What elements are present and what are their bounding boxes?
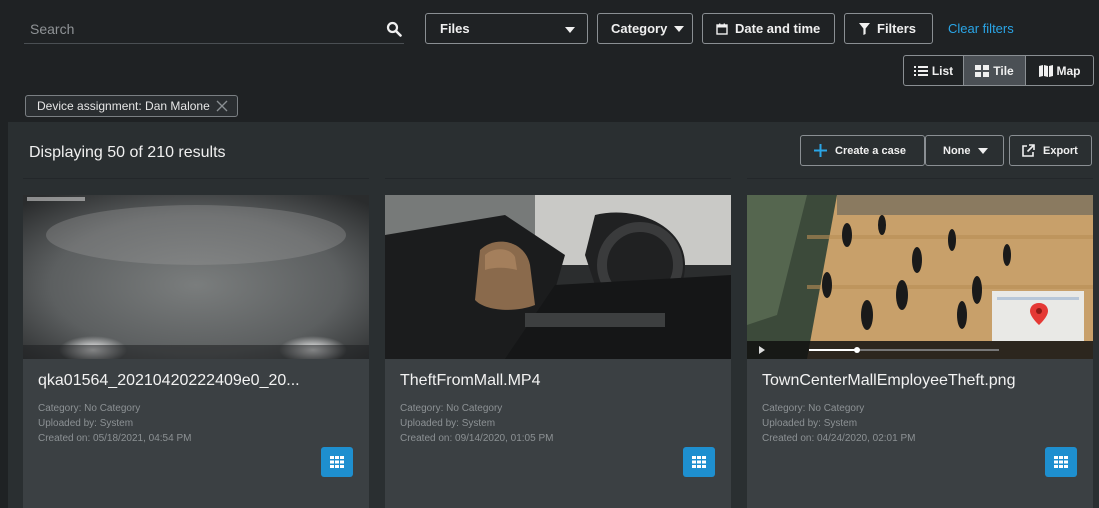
selection-dropdown[interactable]: None [925,135,1004,166]
file-card[interactable]: TownCenterMallEmployeeTheft.png Category… [747,195,1093,508]
selection-dropdown-label: None [943,144,971,157]
view-tile-button[interactable]: Tile [964,56,1026,85]
file-category: Category: No Category [762,403,865,414]
export-icon [1022,143,1035,157]
file-created: Created on: 04/24/2020, 02:01 PM [762,433,916,444]
divider [385,178,731,179]
filters-button[interactable]: Filters [844,13,933,44]
view-map-button[interactable]: Map [1026,56,1093,85]
grid-icon [692,456,706,468]
file-thumbnail[interactable] [747,195,1093,359]
view-list-label: List [931,63,954,78]
close-icon[interactable] [216,100,228,112]
grid-button[interactable] [1045,447,1077,477]
chevron-down-icon [977,147,988,154]
category-dropdown-label: Category [611,21,668,36]
divider [747,178,1093,179]
file-category: Category: No Category [38,403,141,414]
results-count: Displaying 50 of 210 results [29,144,226,161]
funnel-icon [859,22,870,35]
search-icon[interactable] [386,21,402,37]
grid-button[interactable] [683,447,715,477]
view-toggle: List Tile Map [903,55,1094,86]
plus-icon [814,144,827,157]
files-dropdown[interactable]: Files [425,13,588,44]
tile-icon [975,64,990,77]
view-list-button[interactable]: List [904,56,964,85]
map-icon [1038,64,1053,77]
file-card[interactable]: qka01564_20210420222409e0_20... Category… [23,195,369,508]
date-time-label: Date and time [735,21,821,36]
file-created: Created on: 05/18/2021, 04:54 PM [38,433,192,444]
export-button[interactable]: Export [1009,135,1092,166]
clear-filters-link[interactable]: Clear filters [948,21,1014,36]
file-uploader: Uploaded by: System [762,418,858,429]
create-case-label: Create a case [835,144,906,157]
file-title[interactable]: TheftFromMall.MP4 [400,372,540,390]
grid-button[interactable] [321,447,353,477]
file-uploader: Uploaded by: System [400,418,496,429]
view-tile-label: Tile [993,63,1014,78]
create-case-button[interactable]: Create a case [800,135,925,166]
category-dropdown[interactable]: Category [597,13,693,44]
filters-label: Filters [877,21,917,36]
file-created: Created on: 09/14/2020, 01:05 PM [400,433,554,444]
files-dropdown-label: Files [440,21,470,36]
file-category: Category: No Category [400,403,503,414]
calendar-icon [716,23,728,35]
file-uploader: Uploaded by: System [38,418,134,429]
results-panel: Displaying 50 of 210 results Create a ca… [8,122,1099,508]
file-thumbnail[interactable] [385,195,731,359]
export-label: Export [1043,144,1078,157]
search-input[interactable] [30,19,370,39]
search-box [24,13,404,44]
filter-chip-label: Device assignment: Dan Malone [37,99,210,113]
view-map-label: Map [1056,63,1081,78]
file-card[interactable]: TheftFromMall.MP4 Category: No Category … [385,195,731,508]
divider [23,178,369,179]
chevron-down-icon [565,27,575,33]
file-thumbnail[interactable] [23,195,369,359]
chevron-down-icon [674,25,685,32]
grid-icon [1054,456,1068,468]
filter-chip-device-assignment: Device assignment: Dan Malone [25,95,238,117]
filter-bar: Files Category Date and time Filters Cle… [0,0,1099,122]
grid-icon [330,456,344,468]
file-title[interactable]: qka01564_20210420222409e0_20... [38,372,300,390]
date-time-button[interactable]: Date and time [702,13,835,44]
file-title[interactable]: TownCenterMallEmployeeTheft.png [762,372,1015,390]
list-icon [913,65,928,76]
